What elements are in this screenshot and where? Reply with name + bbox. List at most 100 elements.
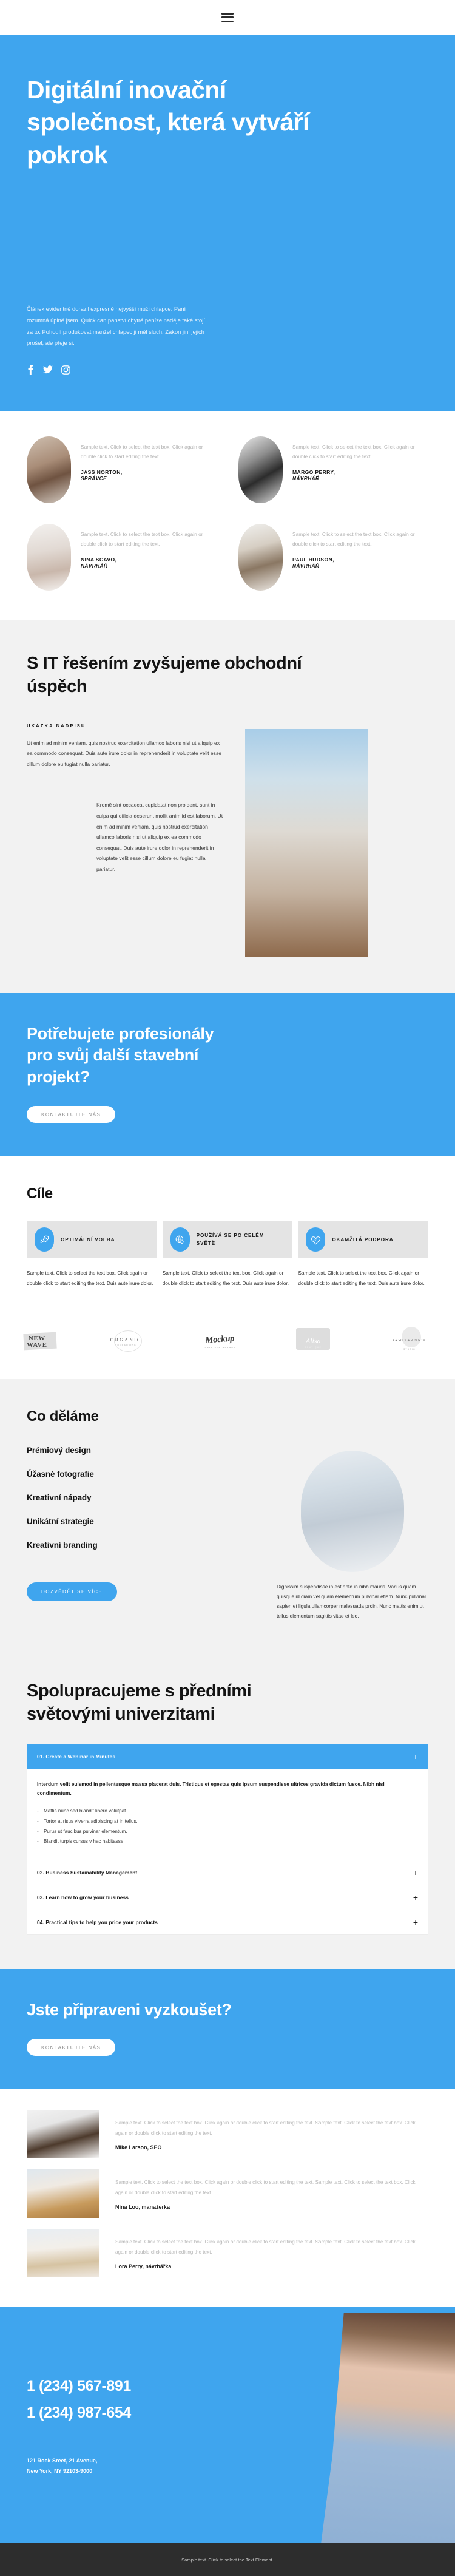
plus-icon[interactable]: + xyxy=(413,1893,418,1902)
testimonial-photo xyxy=(27,2110,99,2159)
accordion-item: 01. Create a Webinar in Minutes + Interd… xyxy=(27,1744,428,1860)
organic-logo-main: ORGANIC xyxy=(110,1337,142,1343)
it-paragraph-1: Ut enim ad minim veniam, quis nostrud ex… xyxy=(27,739,222,767)
testimonial-text: Sample text. Click to select the text bo… xyxy=(115,2229,428,2269)
team-member-role: SPRÁVCE xyxy=(81,475,107,482)
team-member: Sample text. Click to select the text bo… xyxy=(27,436,217,504)
avatar xyxy=(27,436,71,504)
jamie-annie-logo: JAMIE&ANNIE STUDIO xyxy=(391,1326,428,1355)
team-member: Sample text. Click to select the text bo… xyxy=(238,436,428,504)
it-eyebrow: UKÁZKA NADPISU xyxy=(27,722,86,728)
goals-card-grid: OPTIMÁLNÍ VOLBA Sample text. Click to se… xyxy=(27,1221,428,1287)
testimonial-name: Mike Larson, SEO xyxy=(115,2144,162,2151)
team-member-role: NÁVRHÁŘ xyxy=(292,563,320,569)
hero-paragraph: Článek evidentně dorazil expresně nejvyš… xyxy=(27,305,205,347)
team-member-quote: Sample text. Click to select the text bo… xyxy=(81,531,203,547)
testimonial-photo xyxy=(27,2169,99,2218)
cta-section-construction: Potřebujete profesionály pro svůj další … xyxy=(0,992,455,1157)
accordion-title: 02. Business Sustainability Management xyxy=(37,1869,138,1876)
facebook-icon[interactable] xyxy=(27,365,35,375)
it-solutions-section: S IT řešením zvyšujeme obchodní úspěch U… xyxy=(0,620,455,993)
accordion-title: 01. Create a Webinar in Minutes xyxy=(37,1753,116,1760)
learn-more-button[interactable]: DOZVĚDĚT SE VÍCE xyxy=(27,1582,118,1601)
testimonial-text: Sample text. Click to select the text bo… xyxy=(115,2169,428,2210)
contact-us-button-2[interactable]: KONTAKTUJTE NÁS xyxy=(27,2039,116,2056)
service-item: Úžasné fotografie xyxy=(27,1469,94,1479)
it-text-column: UKÁZKA NADPISU Ut enim ad minim veniam, … xyxy=(27,723,227,957)
jamie-annie-logo-sub: STUDIO xyxy=(403,1347,416,1351)
testimonials-section: Sample text. Click to select the text bo… xyxy=(0,2089,455,2307)
testimonial-text: Sample text. Click to select the text bo… xyxy=(115,2110,428,2151)
phone-number-2[interactable]: 1 (234) 987-654 xyxy=(27,2404,131,2421)
goal-card-title: OKAMŽITÁ PODPORA xyxy=(332,1236,394,1242)
testimonial-row: Sample text. Click to select the text bo… xyxy=(27,2229,428,2278)
jamie-annie-logo-main: JAMIE&ANNIE xyxy=(393,1338,426,1343)
goal-card-title: POUŽÍVÁ SE PO CELÉM SVĚTĚ xyxy=(196,1233,265,1247)
team-member-name: MARGO PERRY, xyxy=(292,469,335,476)
goal-card-body: Sample text. Click to select the text bo… xyxy=(298,1270,425,1286)
footer-bar: Sample text. Click to select the Text El… xyxy=(0,2543,455,2576)
hamburger-menu-icon[interactable] xyxy=(221,13,234,22)
heart-handshake-icon xyxy=(306,1227,326,1252)
page-root: Digitální inovační společnost, která vyt… xyxy=(0,0,455,2576)
footer-bar-text: Sample text. Click to select the Text El… xyxy=(181,2557,274,2563)
team-member-name: JASS NORTON, xyxy=(81,469,123,476)
hamburger-line xyxy=(221,16,234,18)
accordion-header-03[interactable]: 03. Learn how to grow your business + xyxy=(27,1885,428,1910)
footer-contact-section: 1 (234) 567-891 1 (234) 987-654 121 Rock… xyxy=(0,2307,455,2544)
alisa-logo: Alisa BOUTIQUE xyxy=(296,1327,330,1352)
team-meeting-photo xyxy=(301,1450,404,1572)
goal-card: POUŽÍVÁ SE PO CELÉM SVĚTĚ Sample text. C… xyxy=(162,1221,293,1287)
team-member-name: NINA SCAVO, xyxy=(81,557,117,563)
accordion-title: 03. Learn how to grow your business xyxy=(37,1894,129,1900)
team-member-text: Sample text. Click to select the text bo… xyxy=(292,524,428,569)
testimonial-quote: Sample text. Click to select the text bo… xyxy=(115,2239,416,2255)
service-item: Kreativní nápady xyxy=(27,1493,92,1502)
testimonial-row: Sample text. Click to select the text bo… xyxy=(27,2110,428,2159)
alisa-logo-main: Alisa xyxy=(305,1336,321,1345)
service-item: Prémiový design xyxy=(27,1445,91,1455)
goal-card-body: Sample text. Click to select the text bo… xyxy=(162,1270,289,1286)
phone-number-1[interactable]: 1 (234) 567-891 xyxy=(27,2378,131,2395)
it-photo xyxy=(245,728,368,957)
accordion-bullet: Purus ut faucibus pulvinar elementum. xyxy=(37,1827,418,1837)
accordion-header-02[interactable]: 02. Business Sustainability Management + xyxy=(27,1860,428,1885)
accordion-header-01[interactable]: 01. Create a Webinar in Minutes + xyxy=(27,1744,428,1769)
hamburger-line xyxy=(221,13,234,15)
twitter-icon[interactable] xyxy=(43,365,53,375)
accordion-header-04[interactable]: 04. Practical tips to help you price you… xyxy=(27,1910,428,1935)
goal-card: OPTIMÁLNÍ VOLBA Sample text. Click to se… xyxy=(27,1221,157,1287)
avatar xyxy=(238,524,283,591)
testimonial-photo xyxy=(27,2229,99,2278)
goal-card-title: OPTIMÁLNÍ VOLBA xyxy=(61,1236,115,1242)
goals-section: Cíle OPTIMÁLNÍ VOLBA Sample text. Click … xyxy=(0,1156,455,1312)
accordion-item: 04. Practical tips to help you price you… xyxy=(27,1910,428,1935)
goal-card-header: OPTIMÁLNÍ VOLBA xyxy=(27,1221,157,1259)
accordion-lead-text: Interdum velit euismod in pellentesque m… xyxy=(37,1780,385,1797)
mockup-logo: Mockup CAFE RESTAURANT xyxy=(204,1334,236,1349)
plus-icon[interactable]: + xyxy=(413,1868,418,1877)
team-member-text: Sample text. Click to select the text bo… xyxy=(292,436,428,481)
what-we-do-paragraph: Dignissim suspendisse in est ante in nib… xyxy=(277,1583,426,1619)
accordion-heading: Spolupracujeme s předními světovými univ… xyxy=(27,1681,252,1724)
accordion-bullet: Blandit turpis cursus v hac habitasse. xyxy=(37,1837,418,1847)
plus-icon[interactable]: + xyxy=(413,1918,418,1927)
accordion-title: 04. Practical tips to help you price you… xyxy=(37,1919,158,1925)
team-member-text: Sample text. Click to select the text bo… xyxy=(81,524,217,569)
service-item: Kreativní branding xyxy=(27,1540,98,1550)
instagram-icon[interactable] xyxy=(61,365,70,375)
client-logos-row: NEW WAVE ORGANIC FOOD&DRINK Mockup CAFE … xyxy=(0,1312,455,1379)
hero-section: Digitální inovační společnost, která vyt… xyxy=(0,35,455,412)
team-grid: Sample text. Click to select the text bo… xyxy=(27,436,428,591)
hero-heading: Digitální inovační společnost, která vyt… xyxy=(27,76,309,169)
testimonial-name: Lora Perry, návrhářka xyxy=(115,2263,172,2270)
team-member-quote: Sample text. Click to select the text bo… xyxy=(292,531,415,547)
contact-us-button[interactable]: KONTAKTUJTE NÁS xyxy=(27,1106,116,1124)
team-member: Sample text. Click to select the text bo… xyxy=(27,524,217,591)
what-we-do-list: Prémiový design Úžasné fotografie Kreati… xyxy=(27,1446,258,1621)
organic-logo-sub: FOOD&DRINK xyxy=(115,1344,136,1347)
testimonial-name: Nina Loo, manažerka xyxy=(115,2204,170,2211)
plus-icon[interactable]: + xyxy=(413,1752,418,1761)
goal-card-header: POUŽÍVÁ SE PO CELÉM SVĚTĚ xyxy=(162,1221,293,1259)
team-section: Sample text. Click to select the text bo… xyxy=(0,411,455,620)
